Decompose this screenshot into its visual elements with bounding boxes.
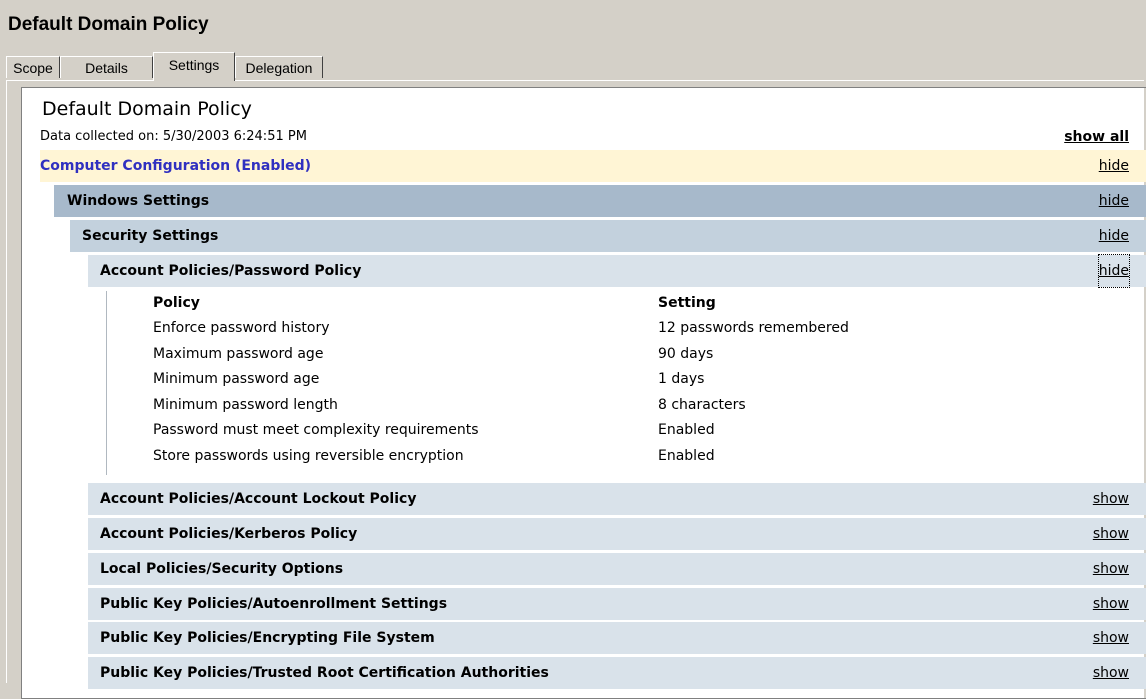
policy-name: Store passwords using reversible encrypt… xyxy=(153,448,464,464)
window-title: Default Domain Policy xyxy=(8,14,209,35)
policy-setting: 8 characters xyxy=(658,397,746,413)
section-label: Security Settings xyxy=(82,228,219,244)
policy-setting: Enabled xyxy=(658,448,715,464)
report-panel: Default Domain Policy Data collected on:… xyxy=(21,87,1146,699)
section-label: Public Key Policies/Encrypting File Syst… xyxy=(100,630,435,646)
section-label: Public Key Policies/Trusted Root Certifi… xyxy=(100,665,549,681)
show-link[interactable]: show xyxy=(1093,553,1129,585)
settings-frame: Default Domain Policy Data collected on:… xyxy=(6,80,1146,699)
policy-setting: 1 days xyxy=(658,371,705,387)
show-link[interactable]: show xyxy=(1093,622,1129,654)
section-label: Local Policies/Security Options xyxy=(100,561,344,577)
hide-link[interactable]: hide xyxy=(1099,220,1129,252)
section-security-settings: Security Settings hide xyxy=(70,220,1146,252)
column-header-setting: Setting xyxy=(658,295,716,311)
section-label: Account Policies/Password Policy xyxy=(100,263,362,279)
section-trusted-root-certification-authorities: Public Key Policies/Trusted Root Certifi… xyxy=(88,657,1146,689)
hide-link[interactable]: hide xyxy=(1097,254,1131,288)
password-policy-table: Policy Setting Enforce password history … xyxy=(106,291,1146,475)
section-windows-settings: Windows Settings hide xyxy=(54,185,1146,217)
policy-setting: 90 days xyxy=(658,346,714,362)
policy-name: Maximum password age xyxy=(153,346,324,362)
section-label: Computer Configuration (Enabled) xyxy=(40,158,312,174)
show-link[interactable]: show xyxy=(1093,483,1129,515)
section-label: Windows Settings xyxy=(67,193,210,209)
report-title: Default Domain Policy xyxy=(42,98,252,120)
show-link[interactable]: show xyxy=(1093,657,1129,689)
policy-name: Password must meet complexity requiremen… xyxy=(153,422,479,438)
section-label: Public Key Policies/Autoenrollment Setti… xyxy=(100,596,448,612)
data-collected-text: Data collected on: 5/30/2003 6:24:51 PM xyxy=(40,129,307,144)
section-autoenrollment-settings: Public Key Policies/Autoenrollment Setti… xyxy=(88,588,1146,620)
show-link[interactable]: show xyxy=(1093,518,1129,550)
policy-name: Enforce password history xyxy=(153,320,330,336)
policy-name: Minimum password age xyxy=(153,371,320,387)
policy-setting: 12 passwords remembered xyxy=(658,320,849,336)
section-security-options: Local Policies/Security Options show xyxy=(88,553,1146,585)
tab-settings[interactable]: Settings xyxy=(153,52,235,81)
policy-setting: Enabled xyxy=(658,422,715,438)
tab-scope[interactable]: Scope xyxy=(6,56,60,78)
section-encrypting-file-system: Public Key Policies/Encrypting File Syst… xyxy=(88,622,1146,654)
column-header-policy: Policy xyxy=(153,295,200,311)
section-password-policy: Account Policies/Password Policy hide xyxy=(88,254,1146,288)
tab-details[interactable]: Details xyxy=(60,56,153,78)
tab-delegation[interactable]: Delegation xyxy=(235,56,323,78)
show-link[interactable]: show xyxy=(1093,588,1129,620)
section-computer-configuration: Computer Configuration (Enabled) hide xyxy=(40,150,1146,182)
section-label: Account Policies/Kerberos Policy xyxy=(100,526,358,542)
section-account-lockout-policy: Account Policies/Account Lockout Policy … xyxy=(88,483,1146,515)
section-kerberos-policy: Account Policies/Kerberos Policy show xyxy=(88,518,1146,550)
hide-link[interactable]: hide xyxy=(1099,150,1129,182)
section-label: Account Policies/Account Lockout Policy xyxy=(100,491,417,507)
hide-link[interactable]: hide xyxy=(1099,185,1129,217)
policy-name: Minimum password length xyxy=(153,397,338,413)
show-all-link[interactable]: show all xyxy=(1064,129,1129,145)
